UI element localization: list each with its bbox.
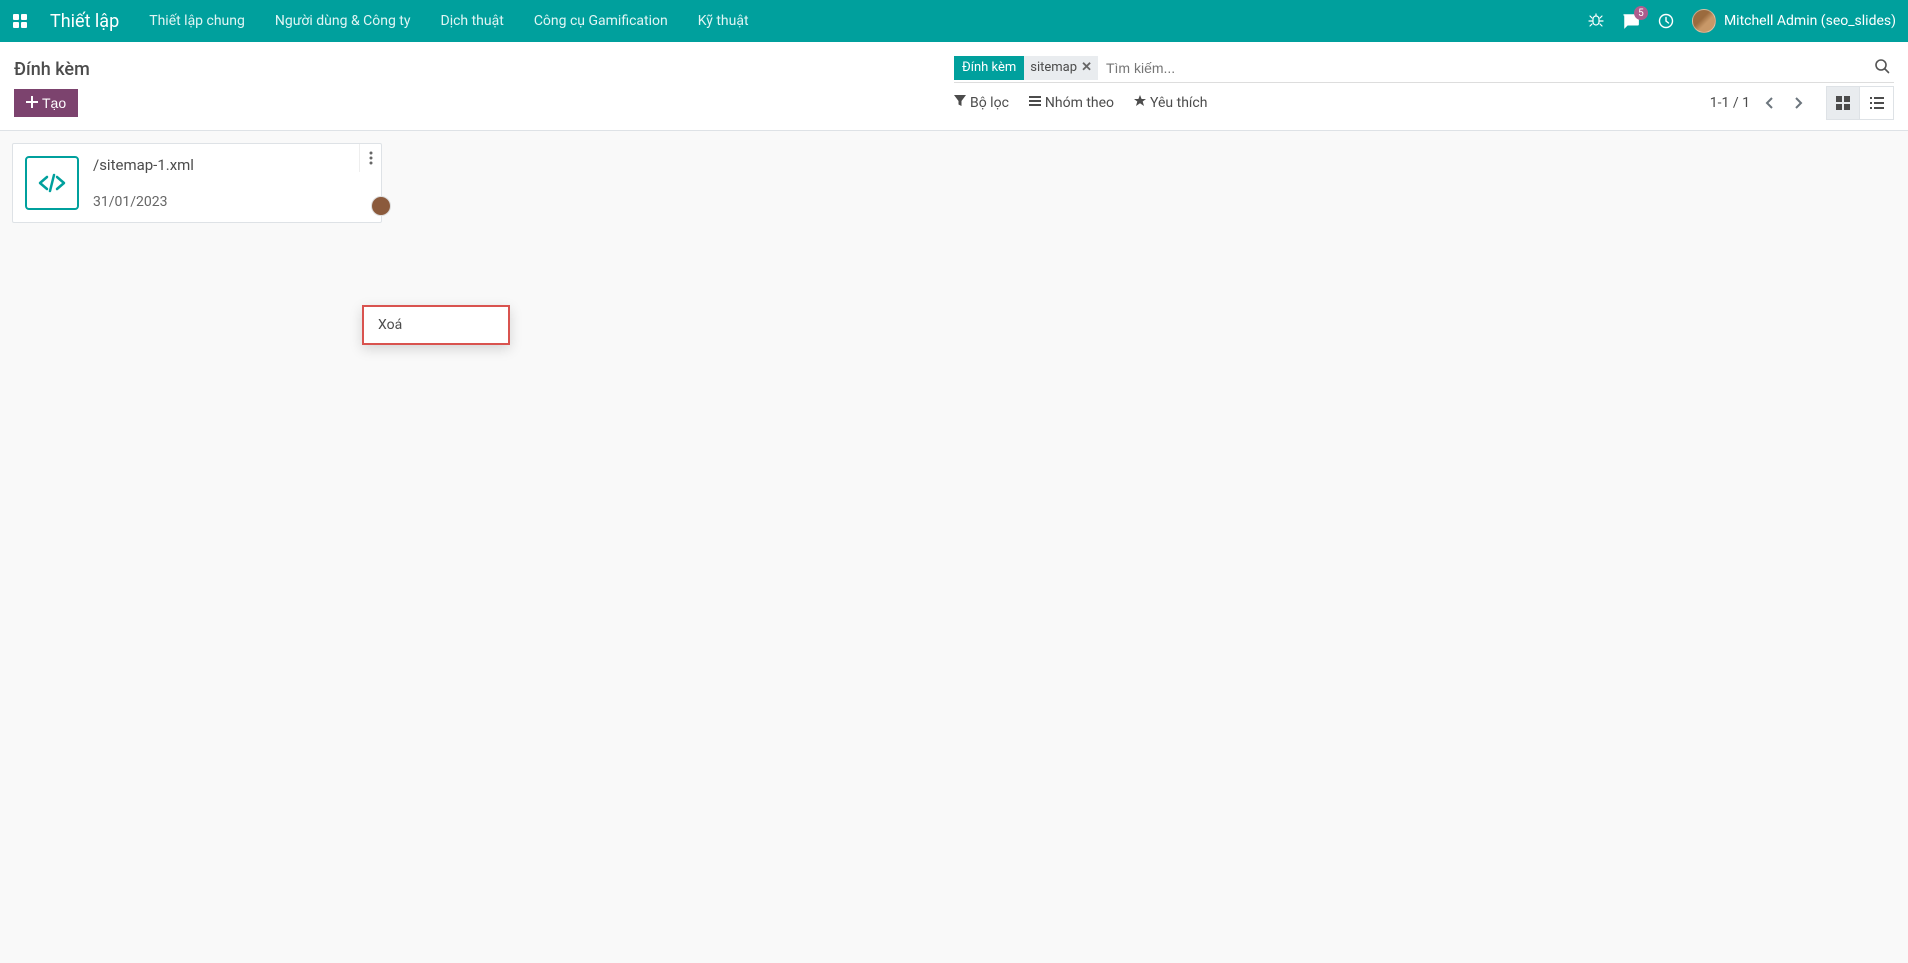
activities-icon[interactable] <box>1658 13 1674 29</box>
facet-value-text: sitemap <box>1030 60 1077 75</box>
content-area: /sitemap-1.xml 31/01/2023 Xoá <box>0 131 1908 235</box>
create-button-label: Tạo <box>42 95 66 111</box>
control-panel: Đính kèm Đính kèm sitemap ✕ Tạo <box>0 42 1908 131</box>
cp-right: 1-1 / 1 <box>1710 86 1894 120</box>
facet-label: Đính kèm <box>954 56 1024 80</box>
card-date: 31/01/2023 <box>93 194 369 210</box>
view-switcher <box>1826 86 1894 120</box>
top-navbar: Thiết lập Thiết lập chung Người dùng & C… <box>0 0 1908 42</box>
favorites-button[interactable]: Yêu thích <box>1134 95 1207 111</box>
menu-technical[interactable]: Kỹ thuật <box>698 13 749 29</box>
user-name: Mitchell Admin (seo_slides) <box>1724 13 1896 29</box>
debug-icon[interactable] <box>1588 13 1604 29</box>
dropdown-delete[interactable]: Xoá <box>364 307 508 343</box>
user-avatar <box>1692 9 1716 33</box>
star-icon <box>1134 95 1146 111</box>
pager-range: 1-1 / 1 <box>1710 95 1750 111</box>
user-menu[interactable]: Mitchell Admin (seo_slides) <box>1692 9 1896 33</box>
card-author-avatar <box>371 196 391 216</box>
filters-label: Bộ lọc <box>970 95 1009 111</box>
card-body: /sitemap-1.xml 31/01/2023 <box>93 156 369 210</box>
favorites-label: Yêu thích <box>1150 95 1207 111</box>
breadcrumb: Đính kèm <box>14 59 90 80</box>
app-brand[interactable]: Thiết lập <box>50 11 119 32</box>
menu-translations[interactable]: Dịch thuật <box>441 13 504 29</box>
groupby-label: Nhóm theo <box>1045 95 1114 111</box>
facet-value: sitemap ✕ <box>1024 56 1098 80</box>
pager-next[interactable] <box>1786 89 1810 117</box>
cp-row-top: Đính kèm Đính kèm sitemap ✕ <box>14 42 1894 86</box>
messaging-badge: 5 <box>1634 6 1648 20</box>
plus-icon <box>26 95 38 111</box>
card-dropdown-menu: Xoá <box>362 305 510 345</box>
groupby-button[interactable]: Nhóm theo <box>1029 95 1114 111</box>
attachment-card[interactable]: /sitemap-1.xml 31/01/2023 <box>12 143 382 223</box>
search-bar: Đính kèm sitemap ✕ <box>954 56 1894 83</box>
pager-prev[interactable] <box>1758 89 1782 117</box>
menu-general-settings[interactable]: Thiết lập chung <box>149 13 245 29</box>
list-icon <box>1029 95 1041 111</box>
filters-button[interactable]: Bộ lọc <box>954 95 1009 111</box>
funnel-icon <box>954 95 966 111</box>
cp-row-bottom: Tạo Bộ lọc Nhóm theo Yêu thích <box>14 86 1894 130</box>
create-button[interactable]: Tạo <box>14 89 78 117</box>
search-facet: Đính kèm sitemap ✕ <box>954 56 1098 80</box>
pager: 1-1 / 1 <box>1710 89 1810 117</box>
file-code-icon <box>25 156 79 210</box>
apps-icon[interactable] <box>12 13 28 29</box>
navbar-menu: Thiết lập chung Người dùng & Công ty Dịc… <box>149 13 748 29</box>
search-icon[interactable] <box>1870 58 1894 78</box>
pager-arrows <box>1758 89 1810 117</box>
messaging-icon[interactable]: 5 <box>1622 12 1640 30</box>
cp-filters: Bộ lọc Nhóm theo Yêu thích 1-1 / 1 <box>954 86 1894 120</box>
card-menu-toggle[interactable] <box>359 144 381 172</box>
facet-remove-icon[interactable]: ✕ <box>1081 60 1092 75</box>
card-title: /sitemap-1.xml <box>93 156 369 174</box>
navbar-right: 5 Mitchell Admin (seo_slides) <box>1588 9 1896 33</box>
list-view-button[interactable] <box>1860 86 1894 120</box>
menu-gamification[interactable]: Công cụ Gamification <box>534 13 668 29</box>
navbar-left: Thiết lập Thiết lập chung Người dùng & C… <box>12 11 749 32</box>
search-input[interactable] <box>1098 56 1870 80</box>
kanban-view-button[interactable] <box>1826 86 1860 120</box>
menu-users-companies[interactable]: Người dùng & Công ty <box>275 13 411 29</box>
search-facets: Đính kèm sitemap ✕ <box>954 56 1098 80</box>
